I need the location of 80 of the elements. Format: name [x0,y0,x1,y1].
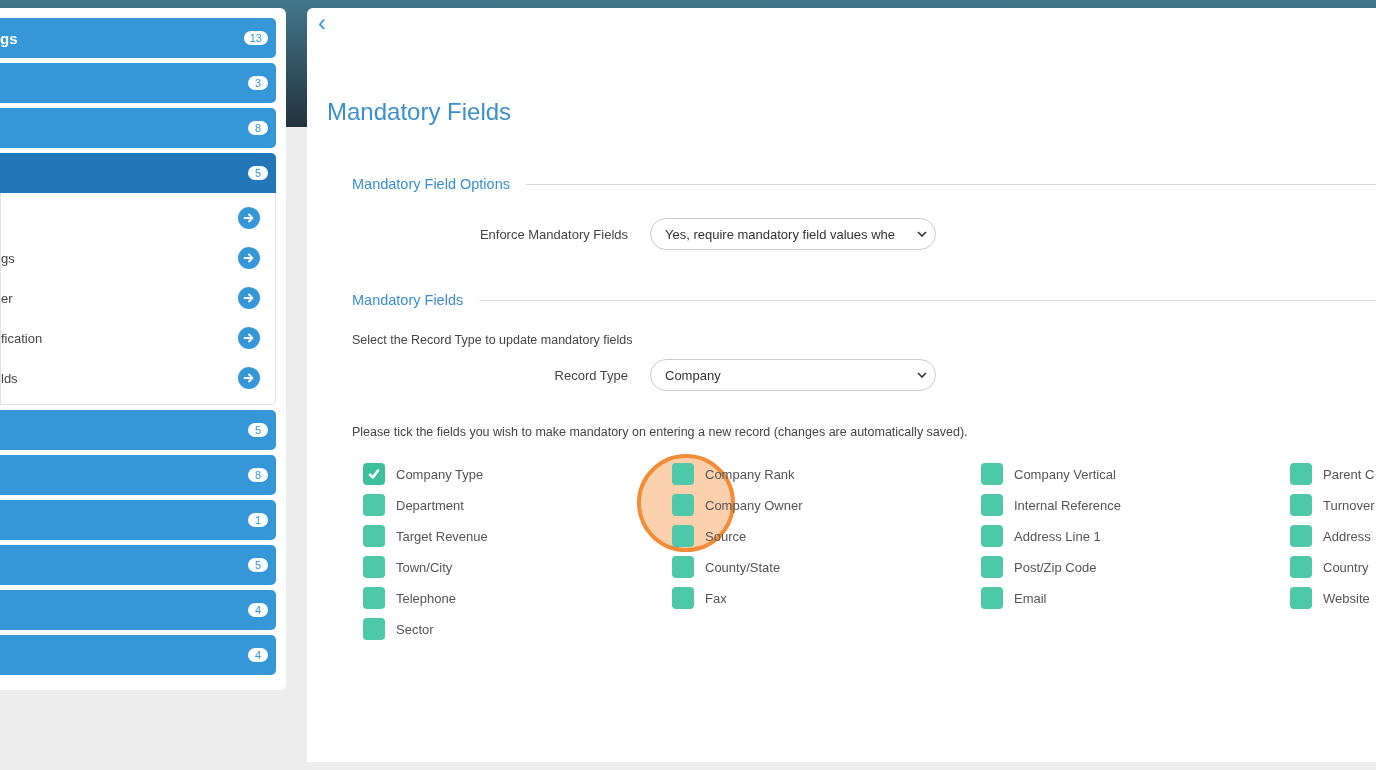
submenu-item[interactable]: gs [1,250,15,266]
checkbox-label: Fax [705,590,727,606]
group-label: gs [0,29,18,47]
checkbox[interactable] [363,587,385,609]
checkbox-label: Post/Zip Code [1014,559,1097,575]
count-badge: 1 [248,513,268,527]
count-badge: 4 [248,648,268,662]
section-heading: Mandatory Field Options [352,176,510,192]
checkbox[interactable] [981,525,1003,547]
checkbox-label: Internal Reference [1014,497,1121,513]
section-heading: Mandatory Fields [352,292,464,308]
checkbox[interactable] [363,556,385,578]
checkbox[interactable] [672,463,694,485]
checkbox[interactable] [672,494,694,516]
checkbox-label: Website [1323,590,1370,606]
checkbox-label: Country [1323,559,1369,575]
arrow-right-icon[interactable] [238,367,260,389]
chevron-down-icon [917,231,927,237]
sidebar-group[interactable]: 5 [0,545,276,585]
checkbox[interactable] [981,556,1003,578]
sidebar-group[interactable]: 8 [0,455,276,495]
submenu-item[interactable]: lds [1,370,18,386]
checkbox-label: County/State [705,559,781,575]
sidebar-group[interactable]: 4 [0,635,276,675]
back-link[interactable]: ‹ [318,10,326,36]
count-badge: 4 [248,603,268,617]
arrow-right-icon[interactable] [238,287,260,309]
count-badge: 8 [248,468,268,482]
checkbox[interactable] [1290,525,1312,547]
checkbox[interactable] [981,463,1003,485]
sidebar-group[interactable]: gs 13 [0,18,276,58]
checkbox-label: Town/City [396,559,453,575]
field-label: Record Type [553,367,629,383]
checkbox-label: Company Type [396,466,484,482]
checkbox[interactable] [1290,494,1312,516]
checkbox-label: Address [1323,528,1371,544]
arrow-right-icon[interactable] [238,247,260,269]
checkbox[interactable] [363,525,385,547]
count-badge: 13 [243,31,268,45]
checkbox-label: Email [1014,590,1047,606]
checkbox-label: Company Vertical [1014,466,1116,482]
sidebar-group[interactable]: 3 [0,63,276,103]
checkbox[interactable] [981,494,1003,516]
checkbox-label: Turnover [1323,497,1375,513]
submenu-item[interactable]: er [1,290,13,306]
sidebar-group[interactable]: 4 [0,590,276,630]
checkbox[interactable] [981,587,1003,609]
checkbox[interactable] [363,463,385,485]
chevron-down-icon [917,372,927,378]
page-title: Mandatory Fields [327,98,512,126]
checkbox[interactable] [1290,587,1312,609]
sidebar-group[interactable]: 1 [0,500,276,540]
checkbox[interactable] [672,587,694,609]
hint-text: Select the Record Type to update mandatory fields [352,333,633,347]
sidebar-group[interactable]: 8 [0,108,276,148]
checkbox[interactable] [672,556,694,578]
count-badge: 5 [248,166,268,180]
count-badge: 8 [248,121,268,135]
checkbox[interactable] [672,525,694,547]
count-badge: 5 [248,558,268,572]
arrow-right-icon[interactable] [238,327,260,349]
sidebar-group[interactable]: 5 [0,153,276,193]
submenu-item[interactable]: fication [1,330,43,346]
checkbox-label: Department [396,497,464,513]
checkbox[interactable] [1290,556,1312,578]
sidebar-group[interactable]: 5 [0,410,276,450]
checkbox-label: Sector [396,621,434,637]
field-label: Enforce Mandatory Fields [478,226,629,242]
checkbox-label: Telephone [396,590,456,606]
checkbox[interactable] [363,494,385,516]
check-icon [367,467,381,481]
count-badge: 3 [248,76,268,90]
checkbox-label: Parent C [1323,466,1375,482]
checkbox[interactable] [363,618,385,640]
count-badge: 5 [248,423,268,437]
checkbox-label: Address Line 1 [1014,528,1101,544]
checkbox-label: Target Revenue [396,528,488,544]
arrow-right-icon[interactable] [238,207,260,229]
instruction-text: Please tick the fields you wish to make mandatory on entering a new record (changes are automatically saved). [352,425,968,439]
checkbox[interactable] [1290,463,1312,485]
